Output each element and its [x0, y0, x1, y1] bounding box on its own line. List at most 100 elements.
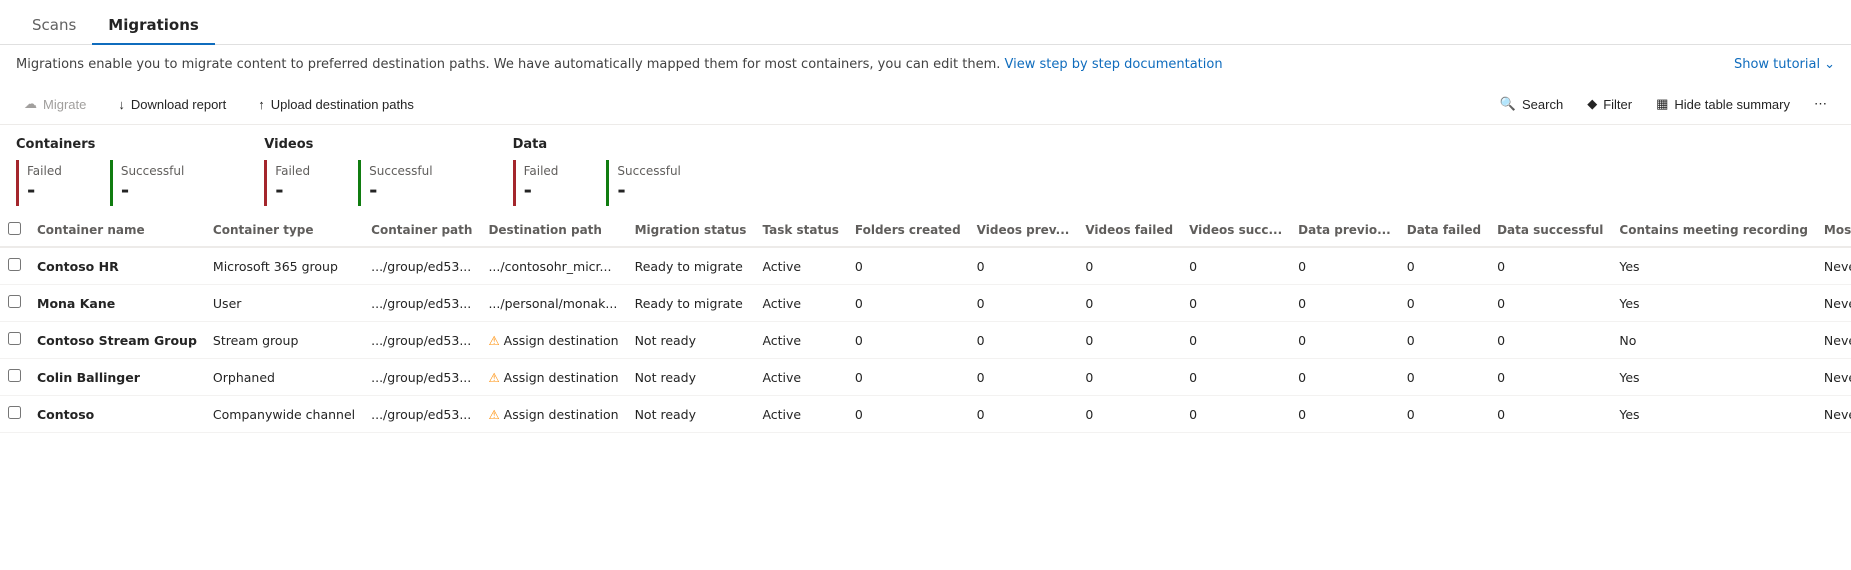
- cell-task-status: Active: [754, 247, 846, 285]
- containers-success-card: Successful -: [110, 160, 208, 206]
- cell-type: Microsoft 365 group: [205, 247, 363, 285]
- migrate-button[interactable]: ☁ Migrate: [16, 92, 94, 116]
- cell-videos-failed: 0: [1077, 285, 1181, 322]
- cell-videos-prev: 0: [969, 359, 1078, 396]
- cell-migration-status: Not ready: [627, 396, 755, 433]
- row-checkbox[interactable]: [8, 369, 21, 382]
- col-data-previo[interactable]: Data previo...: [1290, 214, 1399, 247]
- table-row: Contoso HR Microsoft 365 group .../group…: [0, 247, 1851, 285]
- cell-videos-succ: 0: [1181, 322, 1290, 359]
- cell-data-successful: 0: [1489, 359, 1611, 396]
- warning-icon: ⚠: [488, 333, 499, 348]
- cell-contains-meeting: Yes: [1611, 247, 1816, 285]
- videos-success-card: Successful -: [358, 160, 456, 206]
- col-contains-meeting[interactable]: Contains meeting recording: [1611, 214, 1816, 247]
- cell-contains-meeting: Yes: [1611, 285, 1816, 322]
- cell-type: Stream group: [205, 322, 363, 359]
- cell-checkbox[interactable]: [0, 359, 29, 396]
- col-folders-created[interactable]: Folders created: [847, 214, 969, 247]
- checkbox-all[interactable]: [8, 222, 21, 235]
- row-checkbox[interactable]: [8, 258, 21, 271]
- cell-data-previo: 0: [1290, 396, 1399, 433]
- hide-table-summary-button[interactable]: ▦ Hide table summary: [1648, 92, 1798, 116]
- cell-most-recent: Never: [1816, 285, 1851, 322]
- cell-data-successful: 0: [1489, 247, 1611, 285]
- cell-name: Contoso HR: [29, 247, 205, 285]
- cell-folders-created: 0: [847, 396, 969, 433]
- videos-summary: Videos Failed - Successful -: [264, 137, 472, 206]
- row-checkbox[interactable]: [8, 295, 21, 308]
- videos-failed-label: Failed: [275, 164, 310, 178]
- cell-contains-meeting: Yes: [1611, 396, 1816, 433]
- videos-title: Videos: [264, 137, 472, 152]
- col-data-successful[interactable]: Data successful: [1489, 214, 1611, 247]
- row-checkbox[interactable]: [8, 406, 21, 419]
- table-row: Contoso Stream Group Stream group .../gr…: [0, 322, 1851, 359]
- col-videos-failed[interactable]: Videos failed: [1077, 214, 1181, 247]
- cell-folders-created: 0: [847, 285, 969, 322]
- col-data-failed[interactable]: Data failed: [1399, 214, 1489, 247]
- download-icon: ↓: [118, 97, 125, 112]
- data-title: Data: [513, 137, 721, 152]
- more-options-button[interactable]: ⋯: [1806, 92, 1835, 116]
- col-container-name[interactable]: Container name: [29, 214, 205, 247]
- videos-success-value: -: [369, 178, 432, 202]
- cell-most-recent: Never: [1816, 247, 1851, 285]
- search-button[interactable]: 🔍 Search: [1492, 92, 1571, 116]
- cell-migration-status: Not ready: [627, 359, 755, 396]
- cell-videos-succ: 0: [1181, 396, 1290, 433]
- select-all-checkbox[interactable]: [0, 214, 29, 247]
- cell-checkbox[interactable]: [0, 285, 29, 322]
- col-videos-prev[interactable]: Videos prev...: [969, 214, 1078, 247]
- toolbar: ☁ Migrate ↓ Download report ↑ Upload des…: [0, 84, 1851, 125]
- row-checkbox[interactable]: [8, 332, 21, 345]
- containers-failed-label: Failed: [27, 164, 62, 178]
- table-row: Mona Kane User .../group/ed53... .../per…: [0, 285, 1851, 322]
- tab-migrations[interactable]: Migrations: [92, 8, 215, 44]
- download-report-button[interactable]: ↓ Download report: [110, 93, 234, 116]
- data-failed-card: Failed -: [513, 160, 583, 206]
- cell-checkbox[interactable]: [0, 322, 29, 359]
- col-container-path[interactable]: Container path: [363, 214, 480, 247]
- col-most-recent[interactable]: Most recent migration ↓: [1816, 214, 1851, 247]
- col-videos-succ[interactable]: Videos succ...: [1181, 214, 1290, 247]
- data-success-label: Successful: [617, 164, 680, 178]
- cell-task-status: Active: [754, 359, 846, 396]
- tab-bar: Scans Migrations: [0, 0, 1851, 45]
- col-migration-status[interactable]: Migration status: [627, 214, 755, 247]
- info-bar-text: Migrations enable you to migrate content…: [16, 57, 1734, 72]
- upload-paths-label: Upload destination paths: [271, 97, 414, 112]
- col-task-status[interactable]: Task status: [754, 214, 846, 247]
- containers-success-value: -: [121, 178, 184, 202]
- containers-failed-card: Failed -: [16, 160, 86, 206]
- cell-task-status: Active: [754, 285, 846, 322]
- cell-path: .../group/ed53...: [363, 359, 480, 396]
- show-tutorial-button[interactable]: Show tutorial ⌄: [1734, 57, 1835, 72]
- cell-dest: .../personal/monak...: [480, 285, 626, 322]
- col-container-type[interactable]: Container type: [205, 214, 363, 247]
- containers-title: Containers: [16, 137, 224, 152]
- containers-success-label: Successful: [121, 164, 184, 178]
- upload-paths-button[interactable]: ↑ Upload destination paths: [250, 93, 422, 116]
- cell-data-successful: 0: [1489, 322, 1611, 359]
- cell-data-failed: 0: [1399, 247, 1489, 285]
- cell-path: .../group/ed53...: [363, 396, 480, 433]
- tab-scans[interactable]: Scans: [16, 8, 92, 44]
- summary-section: Containers Failed - Successful - Videos …: [0, 125, 1851, 214]
- info-bar-description: Migrations enable you to migrate content…: [16, 57, 1000, 72]
- filter-button[interactable]: ◆ Filter: [1579, 92, 1640, 116]
- filter-icon: ◆: [1587, 96, 1597, 112]
- cell-folders-created: 0: [847, 247, 969, 285]
- cell-type: Orphaned: [205, 359, 363, 396]
- cell-folders-created: 0: [847, 359, 969, 396]
- cell-checkbox[interactable]: [0, 396, 29, 433]
- info-bar-link[interactable]: View step by step documentation: [1005, 57, 1223, 72]
- data-failed-label: Failed: [524, 164, 559, 178]
- data-success-value: -: [617, 178, 680, 202]
- cell-most-recent: Never: [1816, 322, 1851, 359]
- cell-checkbox[interactable]: [0, 247, 29, 285]
- migrate-label: Migrate: [43, 97, 86, 112]
- col-destination-path[interactable]: Destination path: [480, 214, 626, 247]
- data-table-container: Container name Container type Container …: [0, 214, 1851, 433]
- cell-type: User: [205, 285, 363, 322]
